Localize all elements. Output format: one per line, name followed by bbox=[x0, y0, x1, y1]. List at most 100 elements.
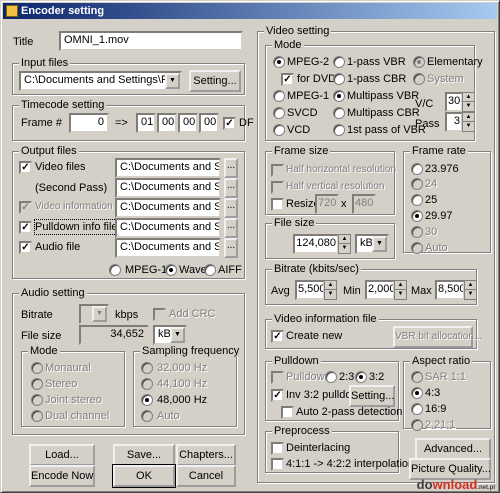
ok-button[interactable]: OK bbox=[112, 464, 176, 488]
tc-ss-input[interactable]: 00 bbox=[178, 113, 198, 133]
audio-file-browse-button[interactable]: ... bbox=[224, 238, 238, 258]
resize-height-input[interactable]: 480 bbox=[352, 194, 376, 214]
pass1-vbr-radio[interactable] bbox=[333, 56, 345, 68]
down-arrow-icon[interactable]: ▼ bbox=[339, 244, 350, 253]
vc-input[interactable]: 30 bbox=[445, 92, 463, 112]
mpeg1-radio[interactable] bbox=[273, 90, 285, 102]
audio-file-path[interactable]: C:\Documents and Settings bbox=[115, 238, 221, 258]
title-input[interactable]: OMNI_1.mov bbox=[59, 31, 243, 51]
elementary-radio[interactable] bbox=[413, 56, 425, 68]
vbr-allocation-button[interactable]: VBR bit allocation... bbox=[393, 326, 482, 348]
pass-spinner[interactable]: ▲ ▼ bbox=[462, 112, 475, 132]
half-horizontal-checkbox[interactable] bbox=[271, 164, 284, 177]
save-button[interactable]: Save... bbox=[113, 444, 175, 466]
tc-hh-input[interactable]: 01 bbox=[136, 113, 156, 133]
input-path-dropdown[interactable]: C:\Documents and Settings\Ray Wallick\ ▼ bbox=[19, 71, 182, 91]
audio-file-checkbox[interactable]: ✓ bbox=[19, 241, 32, 254]
max-input[interactable]: 8,500 bbox=[435, 280, 465, 300]
mode-mono-radio[interactable] bbox=[31, 362, 43, 374]
chevron-down-icon[interactable]: ▼ bbox=[165, 73, 180, 89]
avg-input[interactable]: 5,500 bbox=[295, 280, 325, 300]
min-input[interactable]: 2,000 bbox=[365, 280, 395, 300]
sf-auto-radio[interactable] bbox=[141, 410, 153, 422]
fr-auto-radio[interactable] bbox=[411, 242, 423, 254]
down-arrow-icon[interactable]: ▼ bbox=[395, 290, 406, 299]
mode-dual-radio[interactable] bbox=[31, 410, 43, 422]
svcd-radio[interactable] bbox=[273, 107, 285, 119]
up-arrow-icon[interactable]: ▲ bbox=[465, 281, 476, 290]
sf-44-radio[interactable] bbox=[141, 378, 153, 390]
multi-vbr-radio[interactable] bbox=[333, 90, 345, 102]
audio-bitrate-dropdown[interactable]: ▼ bbox=[79, 304, 109, 324]
vcd-radio[interactable] bbox=[273, 124, 285, 136]
aspect-43-radio[interactable] bbox=[411, 387, 423, 399]
chapters-button[interactable]: Chapters... bbox=[176, 444, 236, 466]
chevron-down-icon[interactable]: ▼ bbox=[92, 306, 107, 322]
create-new-checkbox[interactable]: ✓ bbox=[271, 330, 284, 343]
down-arrow-icon[interactable]: ▼ bbox=[463, 102, 474, 111]
video-info-checkbox[interactable]: ✓ bbox=[19, 201, 32, 214]
encode-now-button[interactable]: Encode Now bbox=[29, 465, 95, 487]
second-pass-browse-button[interactable]: ... bbox=[224, 178, 238, 198]
vc-spinner[interactable]: ▲ ▼ bbox=[462, 92, 475, 112]
second-pass-path[interactable]: C:\Documents and Settings bbox=[115, 178, 221, 198]
tc-mm-input[interactable]: 00 bbox=[157, 113, 177, 133]
load-button[interactable]: Load... bbox=[29, 444, 95, 466]
inv-pulldown-checkbox[interactable]: ✓ bbox=[271, 389, 284, 402]
up-arrow-icon[interactable]: ▲ bbox=[463, 113, 474, 122]
pulldown-setting-button[interactable]: Setting... bbox=[349, 385, 395, 407]
up-arrow-icon[interactable]: ▲ bbox=[395, 281, 406, 290]
fmt-wave-radio[interactable] bbox=[165, 264, 177, 276]
fmt-aiff-radio[interactable] bbox=[204, 264, 216, 276]
multi-cbr-radio[interactable] bbox=[333, 107, 345, 119]
resize-checkbox[interactable] bbox=[271, 198, 284, 211]
min-spinner[interactable]: ▲ ▼ bbox=[394, 280, 407, 300]
df-checkbox[interactable]: ✓ bbox=[223, 117, 236, 130]
sf-32-radio[interactable] bbox=[141, 362, 153, 374]
video-files-path[interactable]: C:\Documents and Settings bbox=[115, 158, 221, 178]
file-size-input[interactable]: 124,080 bbox=[293, 234, 339, 254]
system-radio[interactable] bbox=[413, 73, 425, 85]
up-arrow-icon[interactable]: ▲ bbox=[325, 281, 336, 290]
half-vertical-checkbox[interactable] bbox=[271, 181, 284, 194]
avg-spinner[interactable]: ▲ ▼ bbox=[324, 280, 337, 300]
add-crc-checkbox[interactable] bbox=[153, 308, 166, 321]
audio-filesize-unit-dropdown[interactable]: kB ▼ bbox=[153, 325, 187, 345]
video-info-browse-button[interactable]: ... bbox=[224, 198, 238, 218]
pulldown-checkbox[interactable] bbox=[271, 371, 284, 384]
deinterlacing-checkbox[interactable] bbox=[271, 442, 284, 455]
pass1-cbr-radio[interactable] bbox=[333, 73, 345, 85]
advanced-button[interactable]: Advanced... bbox=[415, 438, 491, 460]
mpeg2-radio[interactable] bbox=[273, 56, 285, 68]
pulldown-23-radio[interactable] bbox=[325, 371, 337, 383]
up-arrow-icon[interactable]: ▲ bbox=[339, 235, 350, 244]
pulldown-info-browse-button[interactable]: ... bbox=[224, 218, 238, 238]
cancel-button[interactable]: Cancel bbox=[176, 465, 236, 487]
chevron-down-icon[interactable]: ▼ bbox=[372, 236, 387, 252]
down-arrow-icon[interactable]: ▼ bbox=[325, 290, 336, 299]
auto-2pass-checkbox[interactable] bbox=[281, 406, 294, 419]
down-arrow-icon[interactable]: ▼ bbox=[463, 122, 474, 131]
fr-24-radio[interactable] bbox=[411, 178, 423, 190]
down-arrow-icon[interactable]: ▼ bbox=[465, 290, 476, 299]
fr-25-radio[interactable] bbox=[411, 194, 423, 206]
video-files-checkbox[interactable]: ✓ bbox=[19, 161, 32, 174]
video-info-path[interactable]: C:\Documents and Settings bbox=[115, 198, 221, 218]
file-size-spinner[interactable]: ▲ ▼ bbox=[338, 234, 351, 254]
file-size-unit-dropdown[interactable]: kB ▼ bbox=[355, 234, 389, 254]
fr-23976-radio[interactable] bbox=[411, 163, 423, 175]
mode-stereo-radio[interactable] bbox=[31, 378, 43, 390]
aspect-169-radio[interactable] bbox=[411, 403, 423, 415]
up-arrow-icon[interactable]: ▲ bbox=[463, 93, 474, 102]
resize-width-input[interactable]: 720 bbox=[315, 194, 339, 214]
pass-input[interactable]: 3 bbox=[445, 112, 463, 132]
chevron-down-icon[interactable]: ▼ bbox=[170, 327, 185, 343]
for-dvd-checkbox[interactable]: ✓ bbox=[281, 73, 294, 86]
max-spinner[interactable]: ▲ ▼ bbox=[464, 280, 477, 300]
fmt-mpeg1-radio[interactable] bbox=[109, 264, 121, 276]
fr-30-radio[interactable] bbox=[411, 226, 423, 238]
frame-input[interactable]: 0 bbox=[69, 113, 109, 133]
pulldown-32-radio[interactable] bbox=[355, 371, 367, 383]
tc-ff-input[interactable]: 00 bbox=[199, 113, 219, 133]
video-files-browse-button[interactable]: ... bbox=[224, 158, 238, 178]
